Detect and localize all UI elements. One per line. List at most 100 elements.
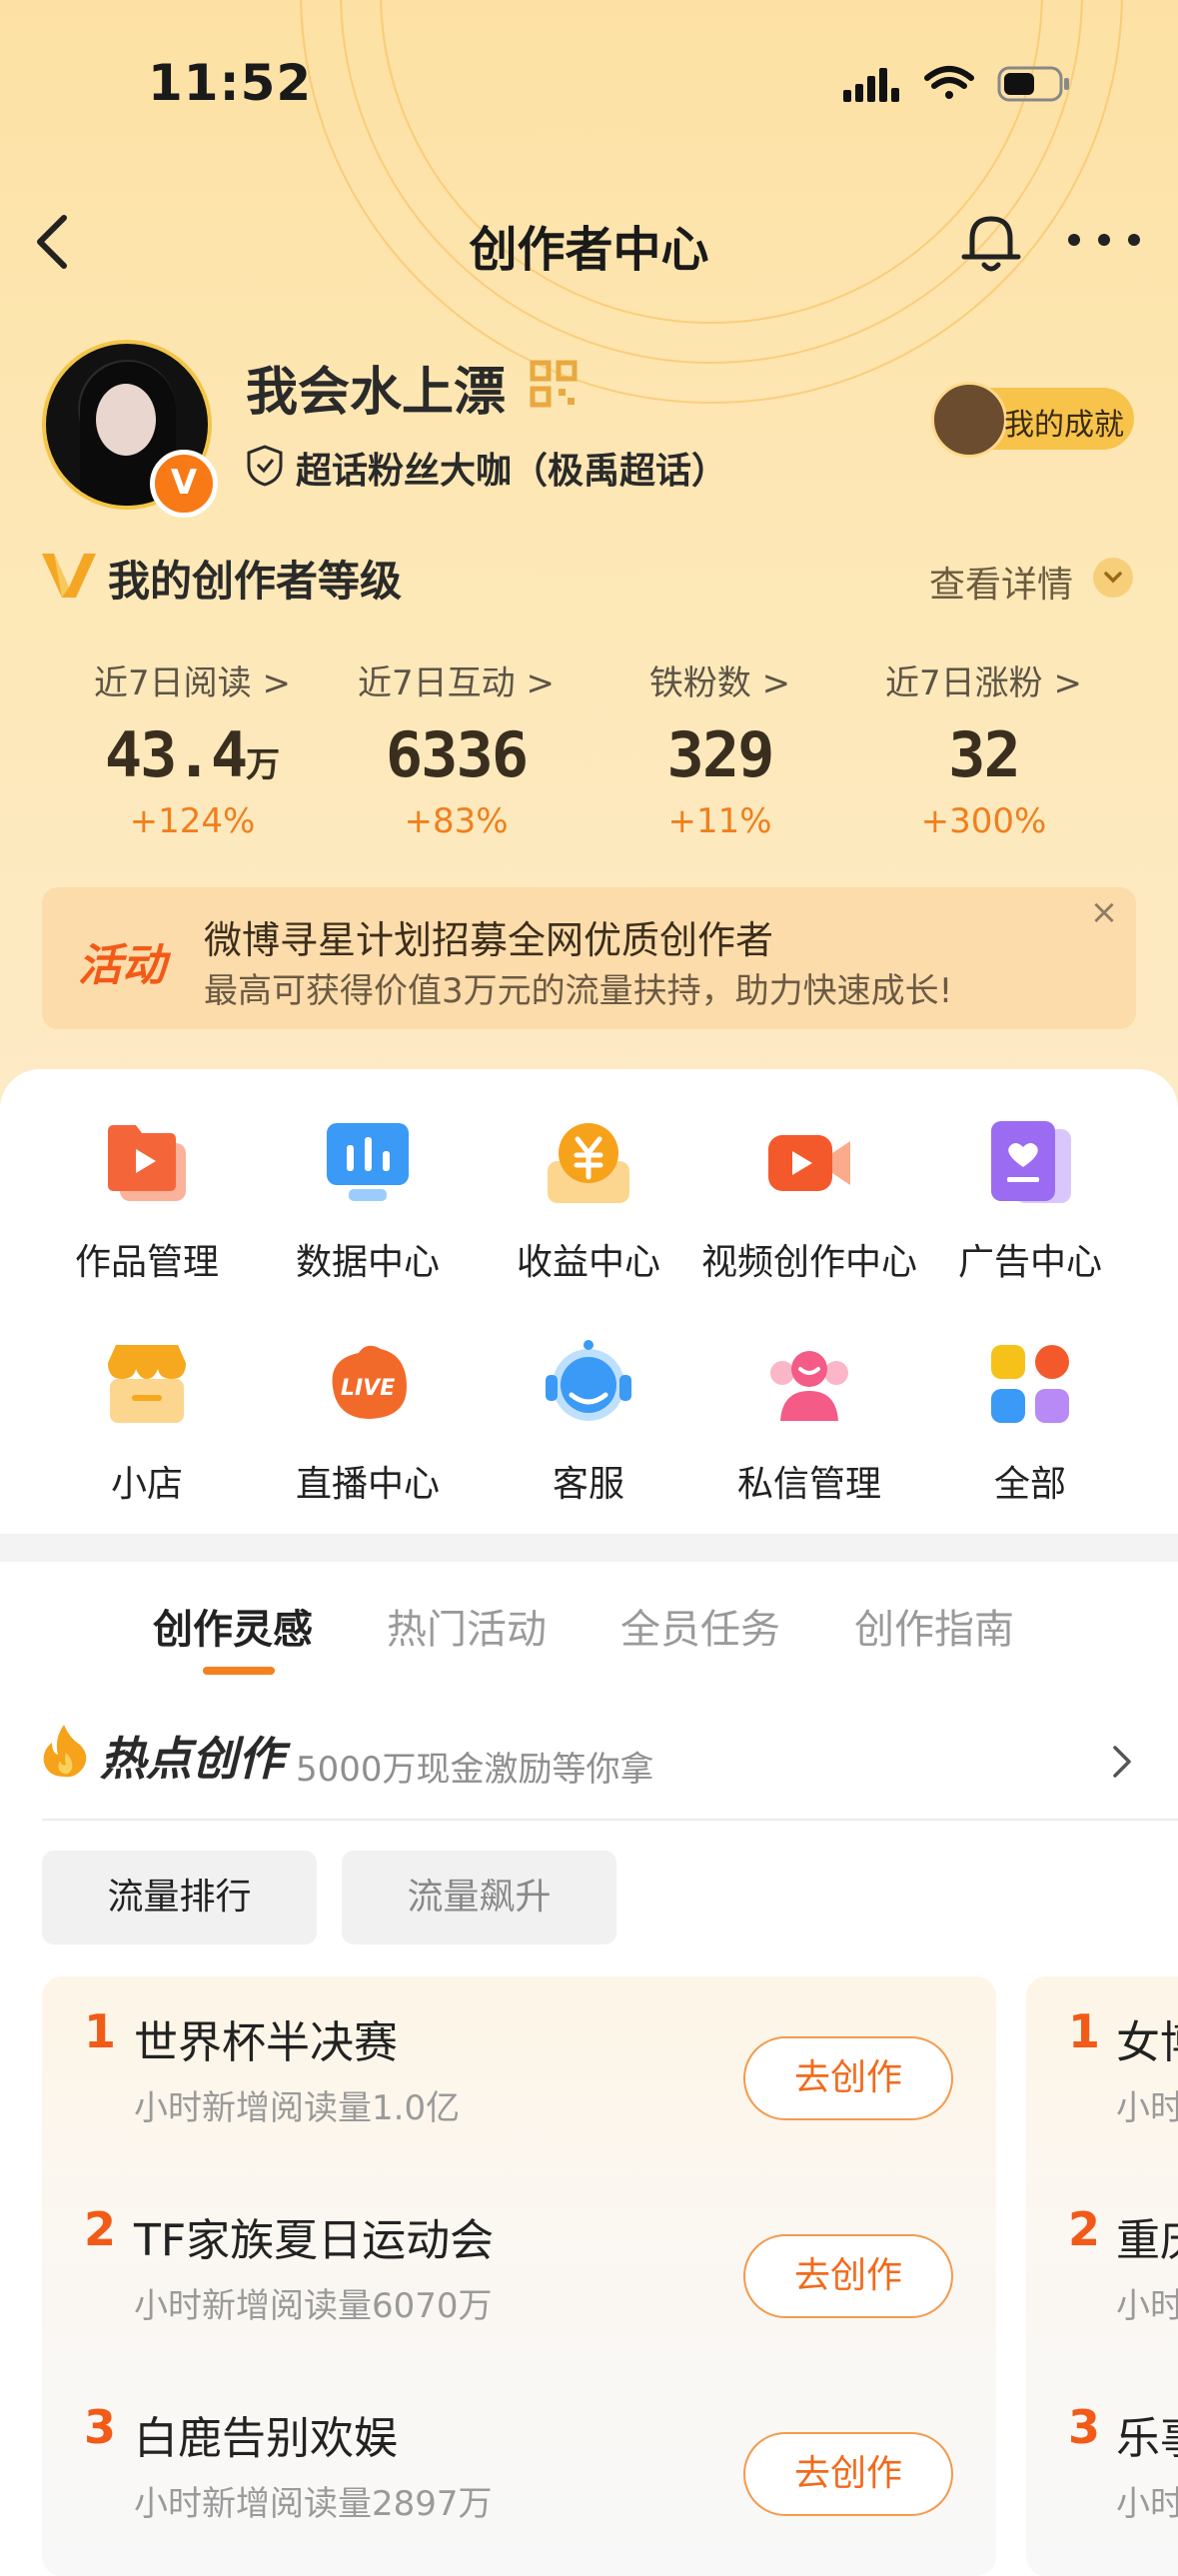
stat-change: +300% [920, 801, 1047, 841]
qr-code-icon[interactable] [530, 360, 578, 408]
tool-label: 广告中心 [957, 1242, 1102, 1283]
stat-label: 近7日阅读 > [94, 663, 291, 703]
stat-number: 43.4 [104, 718, 248, 791]
bell-icon[interactable] [954, 205, 1028, 279]
achievement-label[interactable]: 我的成就 [1004, 400, 1124, 444]
live-icon: LIVE [332, 1345, 407, 1419]
stat-change: +124% [129, 801, 256, 841]
list-item[interactable]: 2 重庆 小时 [1026, 2174, 1178, 2372]
stat-value: 6336 [324, 718, 589, 791]
cellular-icon [843, 68, 899, 102]
avatar-face [96, 384, 156, 456]
status-time: 11:52 [148, 54, 313, 112]
wifi-icon [924, 66, 974, 99]
tool-label: 客服 [552, 1464, 624, 1505]
active-tab-indicator [203, 1667, 275, 1675]
stat-label: 铁粉数 > [648, 663, 791, 703]
tool-label: 直播中心 [295, 1464, 440, 1505]
tool-label: 私信管理 [736, 1464, 881, 1505]
tab-creation-guide[interactable]: 创作指南 [854, 1597, 1014, 1655]
more-icon[interactable] [1064, 220, 1144, 260]
topic-title: 乐事 [1116, 2413, 1178, 2464]
topic-stat: 小时新增阅读量6070万 [134, 2286, 493, 2326]
username[interactable]: 我会水上漂 [246, 350, 506, 425]
topic-title: 女博 [1116, 2017, 1178, 2068]
rank-number: 1 [84, 2004, 117, 2058]
tool-customer-service[interactable]: 客服 [479, 1339, 698, 1507]
tool-label: 视频创作中心 [700, 1242, 917, 1283]
list-item[interactable]: 2 TF家族夏日运动会 小时新增阅读量6070万 去创作 [42, 2174, 996, 2372]
topic-stat: 小时 [1116, 2484, 1178, 2524]
rank-number: 2 [84, 2202, 117, 2256]
stat-change: +11% [667, 801, 772, 841]
stat-interactions[interactable]: 近7日互动 > 6336 +83% [324, 655, 589, 841]
activity-tag: 活动 [78, 940, 166, 991]
stat-number: 329 [666, 718, 775, 791]
rank-number: 3 [84, 2400, 117, 2454]
list-item[interactable]: 3 白鹿告别欢娱 小时新增阅读量2897万 去创作 [42, 2372, 996, 2570]
tab-all-staff-tasks[interactable]: 全员任务 [620, 1597, 780, 1655]
stat-change: +83% [404, 801, 509, 841]
close-icon[interactable]: × [1077, 892, 1131, 936]
create-button[interactable]: 去创作 [743, 2432, 953, 2516]
shield-icon [247, 445, 283, 487]
status-icons [843, 66, 1069, 102]
view-details-link[interactable]: 查看详情 [929, 556, 1073, 608]
earnings-icon [548, 1123, 629, 1203]
chevron-down-icon[interactable] [1093, 558, 1133, 598]
hot-creation-subtitle: 5000万现金激励等你拿 [296, 1750, 654, 1790]
fan-title[interactable]: 超话粉丝大咖（极禹超话） [296, 442, 727, 494]
list-item[interactable]: 1 女博 小时 [1026, 1976, 1178, 2174]
creator-level-icon [42, 554, 96, 598]
topic-title: 白鹿告别欢娱 [134, 2413, 398, 2464]
tab-creative-inspiration[interactable]: 创作灵感 [153, 1597, 313, 1655]
tab-hot-events[interactable]: 热门活动 [387, 1597, 547, 1655]
stat-label: 近7日互动 > [358, 663, 555, 703]
stat-label: 近7日涨粉 > [885, 663, 1082, 703]
works-icon [108, 1125, 186, 1201]
topic-stat: 小时 [1116, 2088, 1178, 2128]
tool-video-creation-center[interactable]: 视频创作中心 [699, 1117, 919, 1285]
stat-value: 329 [588, 718, 852, 791]
chip-traffic-ranking[interactable]: 流量排行 [42, 1851, 317, 1944]
tool-all[interactable]: 全部 [920, 1339, 1140, 1507]
messages-icon [770, 1351, 848, 1421]
create-button[interactable]: 去创作 [743, 2234, 953, 2318]
tool-ad-center[interactable]: 广告中心 [920, 1117, 1140, 1285]
stat-value: 43.4万 [60, 718, 325, 791]
stat-number: 32 [948, 718, 1021, 791]
data-center-icon [327, 1123, 409, 1201]
tool-live-center[interactable]: LIVE 直播中心 [258, 1339, 478, 1507]
video-icon [768, 1135, 850, 1191]
tool-label: 小店 [110, 1464, 183, 1505]
list-item[interactable]: 3 乐事 小时 [1026, 2372, 1178, 2570]
banner-description: 最高可获得价值3万元的流量扶持，助力快速成长! [204, 971, 953, 1011]
chevron-right-icon[interactable] [1107, 1742, 1137, 1782]
rank-number: 2 [1068, 2202, 1101, 2256]
shop-icon [108, 1345, 186, 1423]
topic-title: 重庆 [1116, 2215, 1178, 2266]
tool-earnings-center[interactable]: 收益中心 [479, 1117, 698, 1285]
achievement-icon [931, 382, 1007, 458]
all-icon [991, 1345, 1069, 1423]
topic-title: 世界杯半决赛 [134, 2017, 398, 2068]
battery-icon [997, 66, 1069, 102]
stat-reads[interactable]: 近7日阅读 > 43.4万 +124% [60, 655, 325, 841]
topic-stat: 小时 [1116, 2286, 1178, 2326]
topic-title: TF家族夏日运动会 [134, 2215, 495, 2266]
tool-works-management[interactable]: 作品管理 [37, 1117, 257, 1285]
stat-new-fans[interactable]: 近7日涨粉 > 32 +300% [851, 655, 1116, 841]
stat-number: 6336 [385, 718, 529, 791]
tool-data-center[interactable]: 数据中心 [258, 1117, 478, 1285]
create-button[interactable]: 去创作 [743, 2036, 953, 2120]
stat-iron-fans[interactable]: 铁粉数 > 329 +11% [588, 655, 852, 841]
chip-traffic-surge[interactable]: 流量飙升 [342, 1851, 616, 1944]
tool-label: 全部 [993, 1464, 1066, 1505]
hot-list-card-2: 1 女博 小时 2 重庆 小时 3 乐事 小时 [1026, 1976, 1178, 2576]
tool-shop[interactable]: 小店 [37, 1339, 257, 1507]
hot-list-card: 1 世界杯半决赛 小时新增阅读量1.0亿 去创作 2 TF家族夏日运动会 小时新… [42, 1976, 996, 2576]
svg-text:LIVE: LIVE [341, 1376, 395, 1401]
list-item[interactable]: 1 世界杯半决赛 小时新增阅读量1.0亿 去创作 [42, 1976, 996, 2174]
topic-stat: 小时新增阅读量2897万 [134, 2484, 493, 2524]
tool-message-management[interactable]: 私信管理 [699, 1339, 919, 1507]
